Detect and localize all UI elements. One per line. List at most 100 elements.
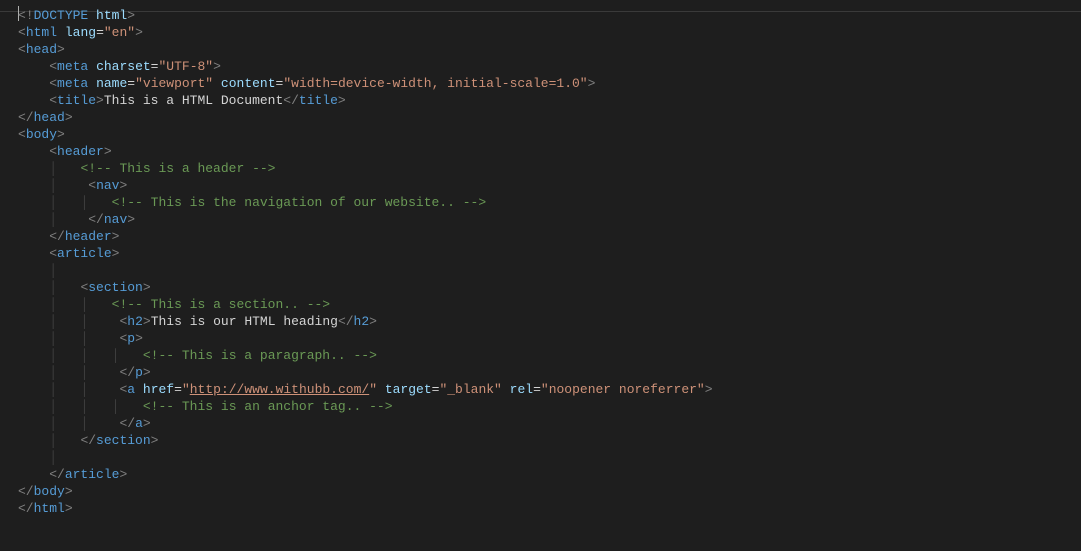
- code-line[interactable]: <meta charset="UTF-8">: [0, 58, 1081, 75]
- code-line[interactable]: │ │ │ <!-- This is a paragraph.. -->: [0, 347, 1081, 364]
- code-line[interactable]: │ │ </p>: [0, 364, 1081, 381]
- code-token: <: [88, 178, 96, 193]
- code-line[interactable]: │ </nav>: [0, 211, 1081, 228]
- code-token: <: [18, 42, 26, 57]
- code-token: </: [18, 110, 34, 125]
- code-token: article: [57, 246, 112, 261]
- code-token: =: [96, 25, 104, 40]
- code-token: name: [96, 76, 127, 91]
- code-token: >: [135, 25, 143, 40]
- code-token: href: [143, 382, 174, 397]
- code-token: title: [57, 93, 96, 108]
- code-token: =: [174, 382, 182, 397]
- code-token: <: [18, 25, 26, 40]
- code-line[interactable]: │ │ <!-- This is a section.. -->: [0, 296, 1081, 313]
- code-token: <!-- This is a section.. -->: [112, 297, 330, 312]
- code-token: "UTF-8": [158, 59, 213, 74]
- code-token: >: [143, 314, 151, 329]
- code-line[interactable]: │ │ <p>: [0, 330, 1081, 347]
- code-line[interactable]: </html>: [0, 500, 1081, 517]
- code-token: </: [18, 501, 34, 516]
- code-token: p: [127, 331, 135, 346]
- code-line[interactable]: │ │ │ <!-- This is an anchor tag.. -->: [0, 398, 1081, 415]
- code-lines-container: <!DOCTYPE html><html lang="en"><head> <m…: [0, 6, 1081, 517]
- code-token: html: [96, 8, 127, 23]
- code-token: a: [135, 416, 143, 431]
- code-token: </: [283, 93, 299, 108]
- code-token: >: [127, 212, 135, 227]
- code-token: =: [533, 382, 541, 397]
- code-token: >: [112, 229, 120, 244]
- code-line[interactable]: <meta name="viewport" content="width=dev…: [0, 75, 1081, 92]
- code-token: >: [143, 416, 151, 431]
- code-token: ": [182, 382, 190, 397]
- code-line[interactable]: <head>: [0, 41, 1081, 58]
- code-token: <: [49, 59, 57, 74]
- code-token: [88, 8, 96, 23]
- code-line[interactable]: │ │ <a href="http://www.withubb.com/" ta…: [0, 381, 1081, 398]
- code-token: <!-- This is the navigation of our websi…: [112, 195, 486, 210]
- code-token: [88, 76, 96, 91]
- code-token: </: [119, 416, 135, 431]
- code-editor[interactable]: <!DOCTYPE html><html lang="en"><head> <m…: [0, 0, 1081, 517]
- code-token: >: [151, 433, 159, 448]
- code-token: head: [26, 42, 57, 57]
- code-line[interactable]: </body>: [0, 483, 1081, 500]
- code-token: =: [127, 76, 135, 91]
- code-token: article: [65, 467, 120, 482]
- code-token: html: [34, 501, 65, 516]
- code-token: >: [119, 178, 127, 193]
- code-token: >: [57, 127, 65, 142]
- code-token: <!-- This is an anchor tag.. -->: [143, 399, 393, 414]
- code-line[interactable]: │: [0, 449, 1081, 466]
- code-line[interactable]: <title>This is a HTML Document</title>: [0, 92, 1081, 109]
- code-token: ": [369, 382, 377, 397]
- code-token: header: [65, 229, 112, 244]
- code-line[interactable]: <article>: [0, 245, 1081, 262]
- code-token: <: [49, 144, 57, 159]
- code-token: body: [26, 127, 57, 142]
- code-token: >: [65, 110, 73, 125]
- code-token: >: [104, 144, 112, 159]
- code-line[interactable]: │ │ </a>: [0, 415, 1081, 432]
- url-link: http://www.withubb.com/: [190, 382, 369, 397]
- code-line[interactable]: │: [0, 262, 1081, 279]
- code-token: p: [135, 365, 143, 380]
- code-token: >: [143, 280, 151, 295]
- code-token: >: [65, 484, 73, 499]
- code-token: </: [80, 433, 96, 448]
- code-token: body: [34, 484, 65, 499]
- code-line[interactable]: <body>: [0, 126, 1081, 143]
- code-token: <!-- This is a paragraph.. -->: [143, 348, 377, 363]
- code-token: "noopener noreferrer": [541, 382, 705, 397]
- code-token: <!: [18, 8, 34, 23]
- code-token: a: [127, 382, 135, 397]
- code-token: "width=device-width, initial-scale=1.0": [283, 76, 587, 91]
- code-token: html: [26, 25, 57, 40]
- code-line[interactable]: </article>: [0, 466, 1081, 483]
- code-token: >: [369, 314, 377, 329]
- code-token: >: [213, 59, 221, 74]
- code-token: >: [588, 76, 596, 91]
- code-token: <: [49, 76, 57, 91]
- code-line[interactable]: </head>: [0, 109, 1081, 126]
- code-line[interactable]: │ </section>: [0, 432, 1081, 449]
- code-token: section: [96, 433, 151, 448]
- code-line[interactable]: │ <nav>: [0, 177, 1081, 194]
- code-token: This is our HTML heading: [151, 314, 338, 329]
- code-line[interactable]: │ <section>: [0, 279, 1081, 296]
- code-token: </: [49, 467, 65, 482]
- code-token: meta: [57, 76, 88, 91]
- code-line[interactable]: <header>: [0, 143, 1081, 160]
- code-token: "viewport": [135, 76, 213, 91]
- code-token: header: [57, 144, 104, 159]
- code-token: title: [299, 93, 338, 108]
- code-token: lang: [65, 25, 96, 40]
- code-line[interactable]: <!DOCTYPE html>: [0, 6, 1081, 24]
- code-line[interactable]: │ <!-- This is a header -->: [0, 160, 1081, 177]
- code-line[interactable]: <html lang="en">: [0, 24, 1081, 41]
- code-token: <: [49, 93, 57, 108]
- code-line[interactable]: │ │ <!-- This is the navigation of our w…: [0, 194, 1081, 211]
- code-line[interactable]: </header>: [0, 228, 1081, 245]
- code-line[interactable]: │ │ <h2>This is our HTML heading</h2>: [0, 313, 1081, 330]
